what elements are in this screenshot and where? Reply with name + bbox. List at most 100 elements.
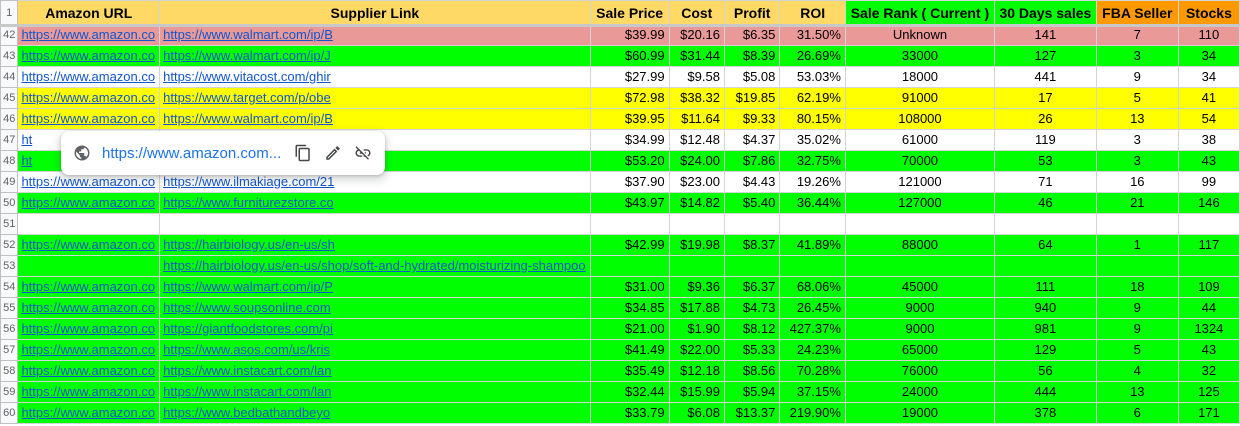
30-days-sales-cell[interactable]: 444 [994,381,1097,403]
fba-seller-cell[interactable]: 3 [1095,150,1179,172]
cost-cell[interactable]: $1.90 [668,318,725,340]
roi-cell[interactable]: 24.23% [779,339,846,361]
sale-rank-cell[interactable]: 45000 [844,276,996,298]
sale-rank-cell[interactable] [844,255,996,277]
sale-price-cell[interactable]: $72.98 [589,87,670,109]
30-days-sales-cell[interactable]: 111 [994,276,1097,298]
sale-price-cell[interactable]: $32.44 [589,381,670,403]
profit-cell[interactable]: $8.37 [723,234,781,256]
sale-price-cell[interactable] [589,213,670,235]
cost-cell[interactable]: $20.16 [668,24,725,46]
sale-rank-cell[interactable]: Unknown [844,24,996,46]
stocks-cell[interactable]: 125 [1177,381,1240,403]
sale-price-cell[interactable]: $53.20 [589,150,670,172]
stocks-cell[interactable]: 146 [1177,192,1240,214]
link-preview-url[interactable]: https://www.amazon.com... [102,145,282,162]
cost-cell[interactable]: $11.64 [668,108,725,130]
row-number[interactable]: 56 [0,318,19,340]
30-days-sales-cell[interactable]: 129 [994,339,1097,361]
cost-cell[interactable]: $24.00 [668,150,725,172]
30-days-sales-cell[interactable]: 46 [994,192,1097,214]
sale-price-cell[interactable]: $37.90 [589,171,670,193]
roi-cell[interactable]: 219.90% [779,402,846,424]
cost-cell[interactable]: $6.08 [668,402,725,424]
supplier-link-cell[interactable]: https://www.walmart.com/ip/B [159,108,591,130]
stocks-cell[interactable]: 109 [1177,276,1240,298]
sale-rank-cell[interactable]: 18000 [844,66,996,88]
sale-rank-cell[interactable]: 70000 [844,150,996,172]
row-number[interactable]: 51 [0,213,19,235]
amazon-url-cell[interactable]: https://www.amazon.co [17,318,161,340]
profit-cell[interactable]: $5.33 [723,339,781,361]
profit-cell[interactable] [723,255,781,277]
profit-cell[interactable]: $4.73 [723,297,781,319]
sale-rank-cell[interactable]: 91000 [844,87,996,109]
30-days-sales-cell[interactable]: 64 [994,234,1097,256]
roi-cell[interactable] [779,255,846,277]
fba-seller-cell[interactable] [1095,255,1179,277]
30-days-sales-cell[interactable]: 981 [994,318,1097,340]
profit-cell[interactable]: $13.37 [723,402,781,424]
column-header-amazon-url[interactable]: Amazon URL [17,0,161,25]
profit-cell[interactable]: $5.40 [723,192,781,214]
supplier-link-cell[interactable]: https://www.soupsonline.com [159,297,591,319]
cost-cell[interactable]: $9.36 [668,276,725,298]
roi-cell[interactable]: 53.03% [779,66,846,88]
supplier-link-cell[interactable]: https://www.vitacost.com/ghir [159,66,591,88]
roi-cell[interactable] [779,213,846,235]
sale-price-cell[interactable]: $34.99 [589,129,670,151]
roi-cell[interactable]: 37.15% [779,381,846,403]
profit-cell[interactable]: $9.33 [723,108,781,130]
row-number[interactable]: 47 [0,129,19,151]
supplier-link-cell[interactable]: https://www.instacart.com/lan [159,381,591,403]
row-number[interactable]: 50 [0,192,19,214]
roi-cell[interactable]: 70.28% [779,360,846,382]
profit-cell[interactable]: $4.37 [723,129,781,151]
cost-cell[interactable]: $19.98 [668,234,725,256]
amazon-url-cell[interactable]: https://www.amazon.co [17,381,161,403]
cost-cell[interactable]: $17.88 [668,297,725,319]
cost-cell[interactable]: $22.00 [668,339,725,361]
column-header-30-days-sales[interactable]: 30 Days sales [994,0,1097,25]
30-days-sales-cell[interactable] [994,213,1097,235]
sale-price-cell[interactable]: $33.79 [589,402,670,424]
sale-price-cell[interactable]: $60.99 [589,45,670,67]
fba-seller-cell[interactable]: 13 [1095,381,1179,403]
column-header-roi[interactable]: ROI [779,0,846,25]
sale-price-cell[interactable]: $21.00 [589,318,670,340]
sale-price-cell[interactable] [589,255,670,277]
sale-price-cell[interactable]: $31.00 [589,276,670,298]
stocks-cell[interactable]: 171 [1177,402,1240,424]
column-header-sale-price[interactable]: Sale Price [589,0,670,25]
stocks-cell[interactable]: 117 [1177,234,1240,256]
column-header-cost[interactable]: Cost [668,0,725,25]
sale-rank-cell[interactable]: 121000 [844,171,996,193]
fba-seller-cell[interactable]: 16 [1095,171,1179,193]
row-number[interactable]: 46 [0,108,19,130]
column-header-supplier-link[interactable]: Supplier Link [159,0,591,25]
profit-cell[interactable]: $6.35 [723,24,781,46]
sale-price-cell[interactable]: $41.49 [589,339,670,361]
fba-seller-cell[interactable]: 6 [1095,402,1179,424]
stocks-cell[interactable] [1177,255,1240,277]
fba-seller-cell[interactable]: 5 [1095,339,1179,361]
fba-seller-cell[interactable]: 1 [1095,234,1179,256]
profit-cell[interactable]: $7.86 [723,150,781,172]
roi-cell[interactable]: 36.44% [779,192,846,214]
supplier-link-cell[interactable]: https://www.target.com/p/obe [159,87,591,109]
fba-seller-cell[interactable]: 9 [1095,297,1179,319]
sale-rank-cell[interactable]: 24000 [844,381,996,403]
row-number[interactable]: 49 [0,171,19,193]
stocks-cell[interactable]: 38 [1177,129,1240,151]
supplier-link-cell[interactable]: https://www.bedbathandbeyo [159,402,591,424]
sale-price-cell[interactable]: $27.99 [589,66,670,88]
supplier-link-cell[interactable]: https://hairbiology.us/en-us/sh [159,234,591,256]
fba-seller-cell[interactable]: 9 [1095,66,1179,88]
supplier-link-cell[interactable]: https://hairbiology.us/en-us/shop/soft-a… [159,255,591,277]
profit-cell[interactable]: $8.56 [723,360,781,382]
fba-seller-cell[interactable] [1095,213,1179,235]
unlink-icon[interactable] [354,144,372,162]
cost-cell[interactable]: $31.44 [668,45,725,67]
supplier-link-cell[interactable]: https://www.instacart.com/lan [159,360,591,382]
fba-seller-cell[interactable]: 5 [1095,87,1179,109]
